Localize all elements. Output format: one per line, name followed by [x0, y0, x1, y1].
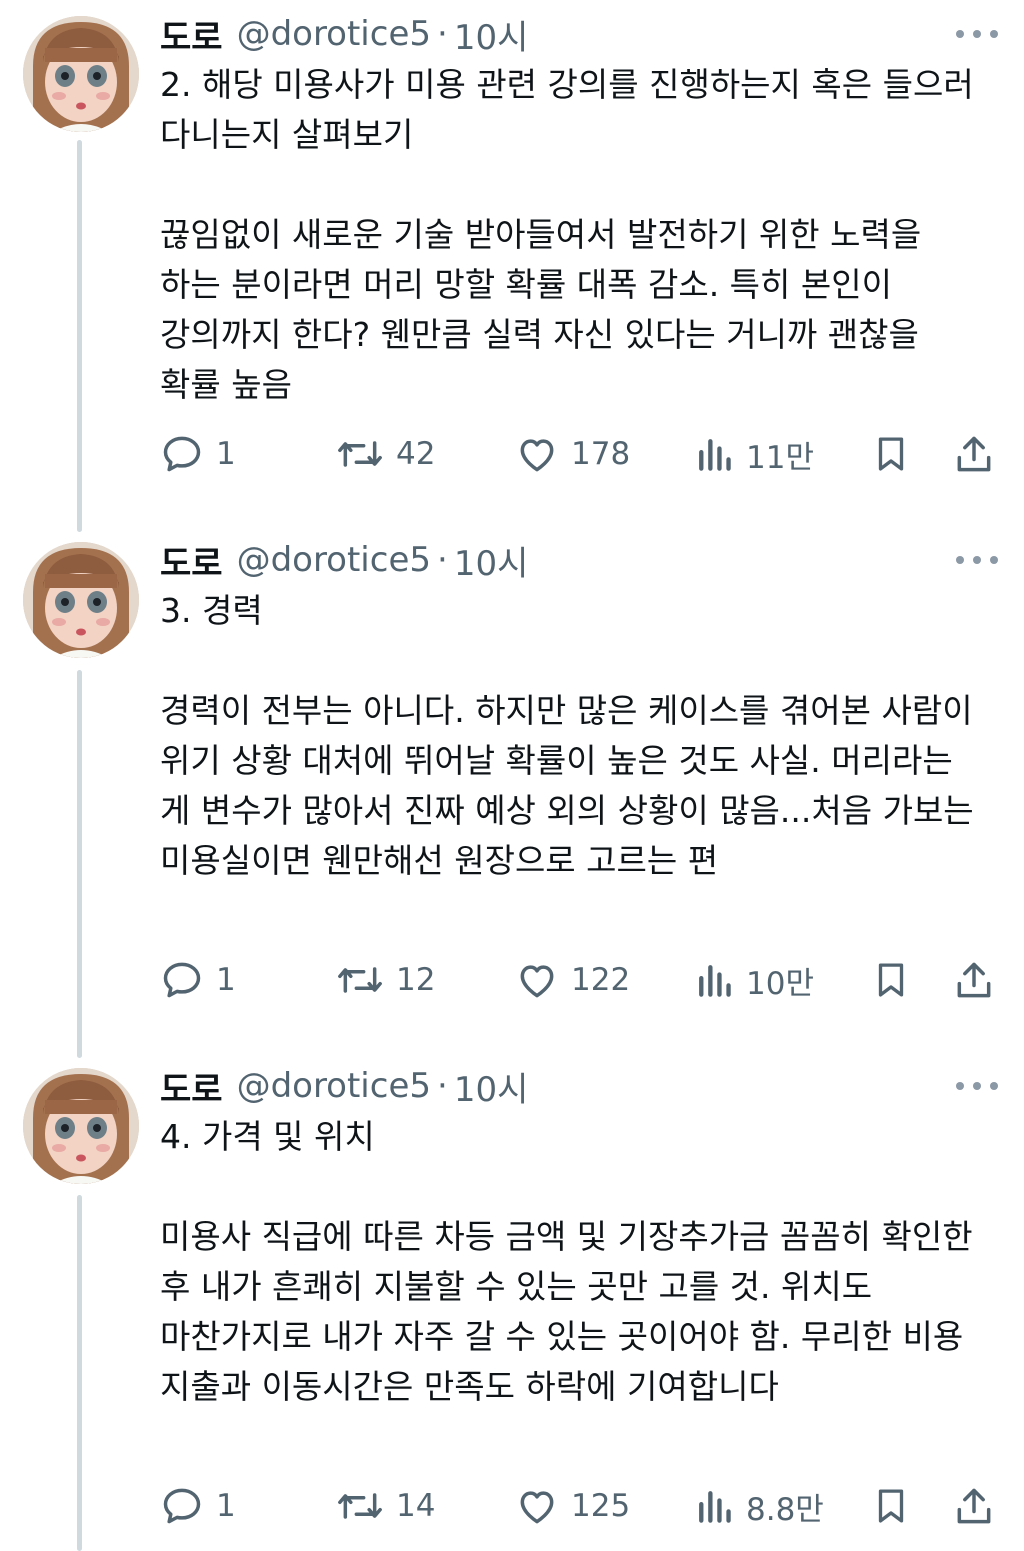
share-upload-icon — [957, 1488, 991, 1524]
reply-bubble-icon — [163, 436, 201, 472]
doll-avatar-image — [23, 16, 139, 132]
like-count: 122 — [571, 962, 631, 998]
tweet-actions: 1 14 125 8.8만 — [0, 1481, 1024, 1531]
retweet-button[interactable]: 12 — [336, 955, 435, 1005]
reply-count: 1 — [216, 1488, 236, 1524]
retweet-arrows-icon — [338, 1493, 382, 1519]
share-button[interactable] — [952, 1481, 996, 1531]
display-name[interactable]: 도로 — [160, 10, 223, 59]
tweet-header: 도로 @dorotice5 · 10시 — [160, 10, 529, 59]
heart-icon — [520, 1491, 554, 1524]
like-button[interactable]: 178 — [515, 429, 630, 479]
tweet[interactable]: 도로 @dorotice5 · 10시 4. 가격 및 위치 미용사 직급에 따… — [0, 1052, 1024, 1551]
timestamp[interactable]: 10시 — [454, 1062, 529, 1111]
tweet[interactable]: 도로 @dorotice5 · 10시 3. 경력 경력이 전부는 아니다. 하… — [0, 526, 1024, 1051]
avatar[interactable] — [23, 16, 139, 132]
heart-icon — [520, 439, 554, 472]
views-button[interactable]: 10만 — [694, 955, 814, 1005]
reply-count: 1 — [216, 436, 236, 472]
bookmark-icon — [878, 963, 904, 997]
reply-button[interactable]: 1 — [160, 1481, 236, 1531]
retweet-count: 12 — [396, 962, 436, 998]
separator-dot: · — [437, 1066, 448, 1106]
like-button[interactable]: 125 — [515, 1481, 630, 1531]
retweet-button[interactable]: 14 — [336, 1481, 435, 1531]
analytics-bars-icon — [699, 439, 731, 471]
more-dots-icon[interactable] — [956, 24, 998, 44]
separator-dot: · — [437, 540, 448, 580]
views-count: 8.8만 — [746, 1491, 824, 1528]
retweet-arrows-icon — [338, 441, 382, 467]
user-handle[interactable]: @dorotice5 — [237, 14, 431, 54]
separator-dot: · — [437, 14, 448, 54]
analytics-bars-icon — [699, 965, 731, 997]
timestamp[interactable]: 10시 — [454, 536, 529, 585]
tweet-text: 2. 해당 미용사가 미용 관련 강의를 진행하는지 혹은 들으러 다니는지 살… — [160, 65, 974, 404]
doll-avatar-image — [23, 1068, 139, 1184]
avatar[interactable] — [23, 542, 139, 658]
share-button[interactable] — [952, 955, 996, 1005]
more-dots-icon[interactable] — [956, 550, 998, 570]
analytics-bars-icon — [699, 1491, 731, 1523]
bookmark-button[interactable] — [870, 955, 912, 1005]
views-button[interactable]: 8.8만 — [694, 1481, 824, 1531]
retweet-count: 14 — [396, 1488, 436, 1524]
views-button[interactable]: 11만 — [694, 429, 814, 479]
tweet-header: 도로 @dorotice5 · 10시 — [160, 1062, 529, 1111]
reply-count: 1 — [216, 962, 236, 998]
retweet-count: 42 — [396, 436, 436, 472]
bookmark-button[interactable] — [870, 429, 912, 479]
retweet-button[interactable]: 42 — [336, 429, 435, 479]
share-button[interactable] — [952, 429, 996, 479]
tweet-text: 4. 가격 및 위치 미용사 직급에 따른 차등 금액 및 기장추가금 꼼꼼히 … — [160, 1117, 973, 1406]
bookmark-button[interactable] — [870, 1481, 912, 1531]
bookmark-icon — [878, 1489, 904, 1523]
timestamp[interactable]: 10시 — [454, 10, 529, 59]
like-button[interactable]: 122 — [515, 955, 630, 1005]
tweet-header: 도로 @dorotice5 · 10시 — [160, 536, 529, 585]
reply-bubble-icon — [163, 962, 201, 998]
tweet-actions: 1 12 122 10만 — [0, 955, 1024, 1005]
more-dots-icon[interactable] — [956, 1076, 998, 1096]
reply-button[interactable]: 1 — [160, 955, 236, 1005]
tweet-text: 3. 경력 경력이 전부는 아니다. 하지만 많은 케이스를 겪어본 사람이 위… — [160, 591, 974, 880]
like-count: 178 — [571, 436, 631, 472]
reply-button[interactable]: 1 — [160, 429, 236, 479]
views-count: 10만 — [746, 965, 814, 1002]
share-upload-icon — [957, 962, 991, 998]
avatar[interactable] — [23, 1068, 139, 1184]
user-handle[interactable]: @dorotice5 — [237, 1066, 431, 1106]
heart-icon — [520, 965, 554, 998]
doll-avatar-image — [23, 542, 139, 658]
views-count: 11만 — [746, 439, 814, 476]
tweet[interactable]: 도로 @dorotice5 · 10시 2. 해당 미용사가 미용 관련 강의를… — [0, 0, 1024, 525]
retweet-arrows-icon — [338, 967, 382, 993]
share-upload-icon — [957, 436, 991, 472]
like-count: 125 — [571, 1488, 631, 1524]
display-name[interactable]: 도로 — [160, 536, 223, 585]
tweet-actions: 1 42 178 11만 — [0, 429, 1024, 479]
bookmark-icon — [878, 437, 904, 471]
user-handle[interactable]: @dorotice5 — [237, 540, 431, 580]
display-name[interactable]: 도로 — [160, 1062, 223, 1111]
reply-bubble-icon — [163, 1488, 201, 1524]
